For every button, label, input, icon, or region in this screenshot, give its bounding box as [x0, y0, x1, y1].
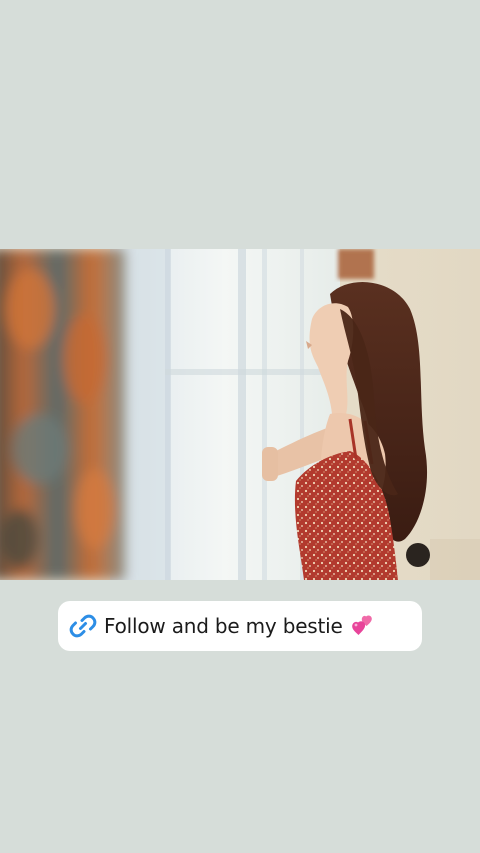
two-hearts-icon [349, 613, 375, 639]
story-canvas: Follow and be my bestie [0, 0, 480, 853]
link-sticker[interactable]: Follow and be my bestie [58, 601, 422, 651]
link-icon [68, 611, 98, 641]
story-photo [0, 249, 480, 580]
link-sticker-text: Follow and be my bestie [104, 614, 343, 638]
